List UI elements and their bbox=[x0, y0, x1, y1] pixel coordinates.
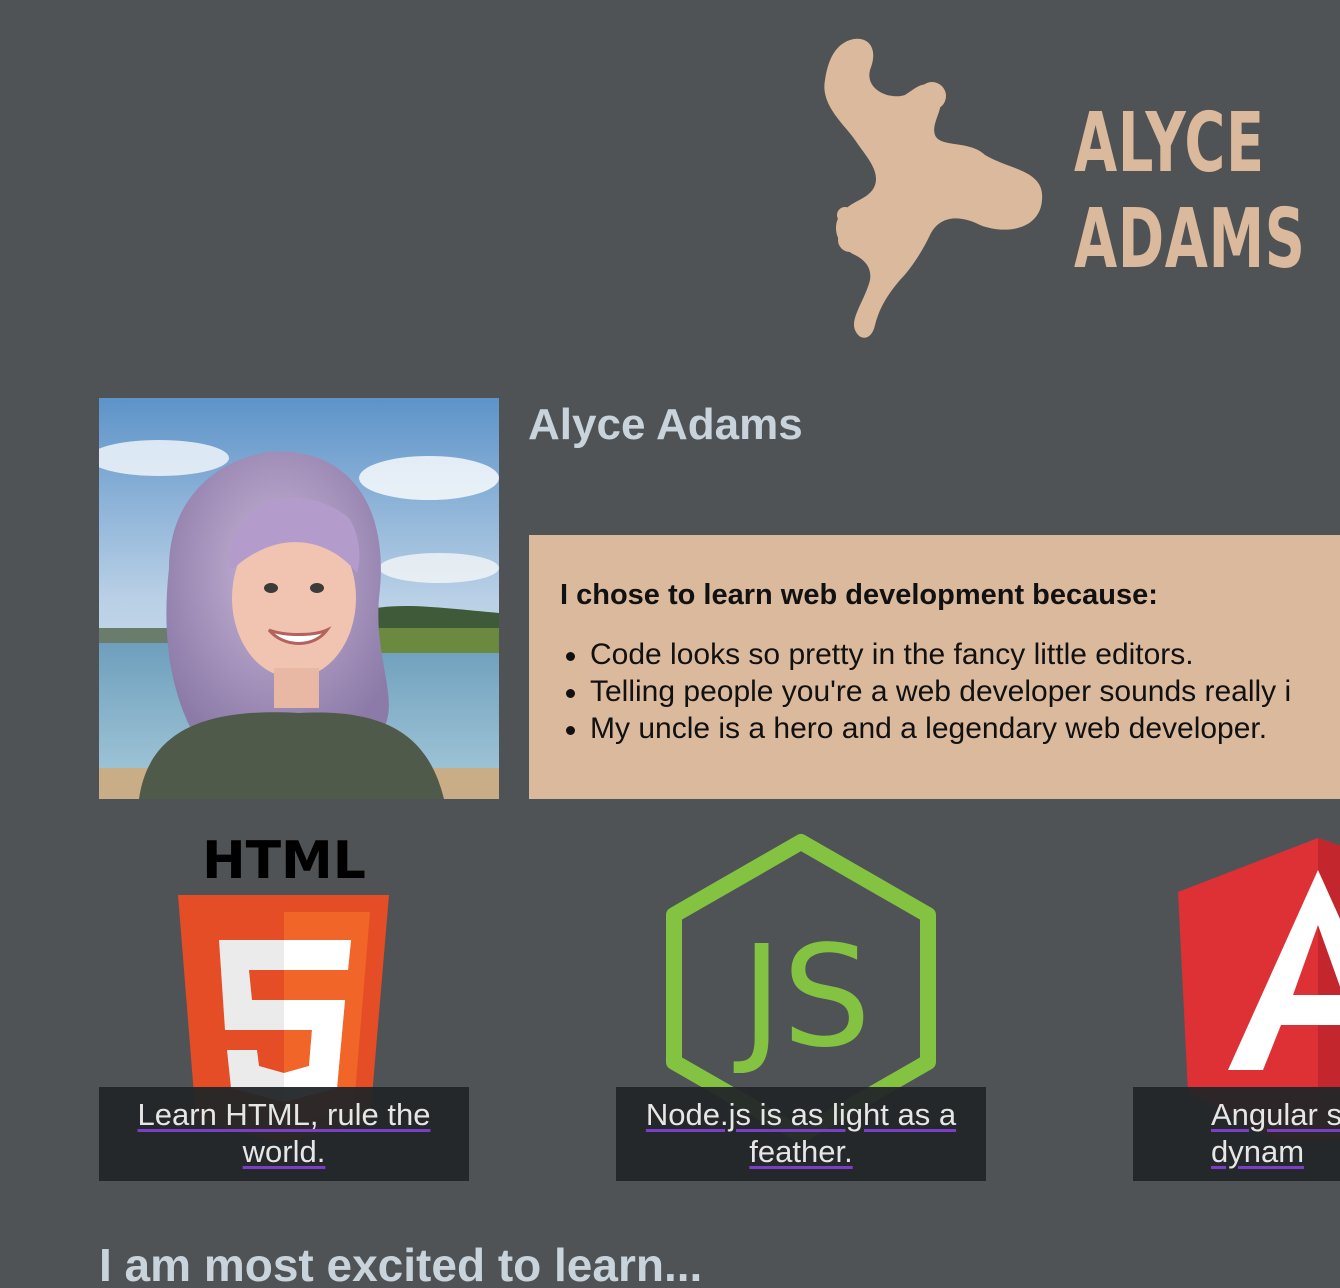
site-logo[interactable]: ALYCE ADAMS bbox=[810, 30, 1310, 350]
tech-link-nodejs[interactable]: Node.js is as light as a feather. bbox=[646, 1097, 956, 1169]
nodejs-logo-label: JS bbox=[733, 916, 871, 1079]
reasons-list: Code looks so pretty in the fancy little… bbox=[560, 636, 1340, 747]
tech-card-nodejs[interactable]: JS Node.js is as light as a feather. bbox=[616, 830, 986, 1182]
reasons-item: Code looks so pretty in the fancy little… bbox=[560, 636, 1340, 673]
profile-photo bbox=[99, 398, 499, 799]
reasons-heading: I chose to learn web development because… bbox=[560, 579, 1158, 611]
logo-wordmark: ALYCE ADAMS bbox=[1074, 96, 1306, 288]
reasons-box: I chose to learn web development because… bbox=[529, 535, 1340, 799]
logo-line-first: ALYCE bbox=[1074, 96, 1265, 191]
tech-caption-html: Learn HTML, rule the world. bbox=[99, 1087, 469, 1181]
logo-line-last: ADAMS bbox=[1074, 192, 1306, 287]
html5-logo-label: HTML bbox=[202, 831, 366, 891]
reasons-item: My uncle is a hero and a legendary web d… bbox=[560, 710, 1340, 747]
tech-link-angular[interactable]: Angular s dynam bbox=[1211, 1097, 1340, 1169]
tech-caption-angular: Angular s dynam bbox=[1133, 1087, 1340, 1181]
portrait-image bbox=[99, 398, 499, 799]
splat-logo-icon bbox=[824, 38, 1043, 338]
profile-name: Alyce Adams bbox=[528, 400, 803, 449]
tech-caption-nodejs: Node.js is as light as a feather. bbox=[616, 1087, 986, 1181]
tech-card-angular[interactable]: Angular s dynam bbox=[1133, 830, 1340, 1182]
tech-link-html[interactable]: Learn HTML, rule the world. bbox=[138, 1097, 431, 1169]
tech-card-html[interactable]: HTML Learn HTML, rule the world. bbox=[99, 830, 469, 1182]
reasons-item: Telling people you're a web developer so… bbox=[560, 673, 1340, 710]
section-heading: I am most excited to learn... bbox=[99, 1239, 703, 1288]
